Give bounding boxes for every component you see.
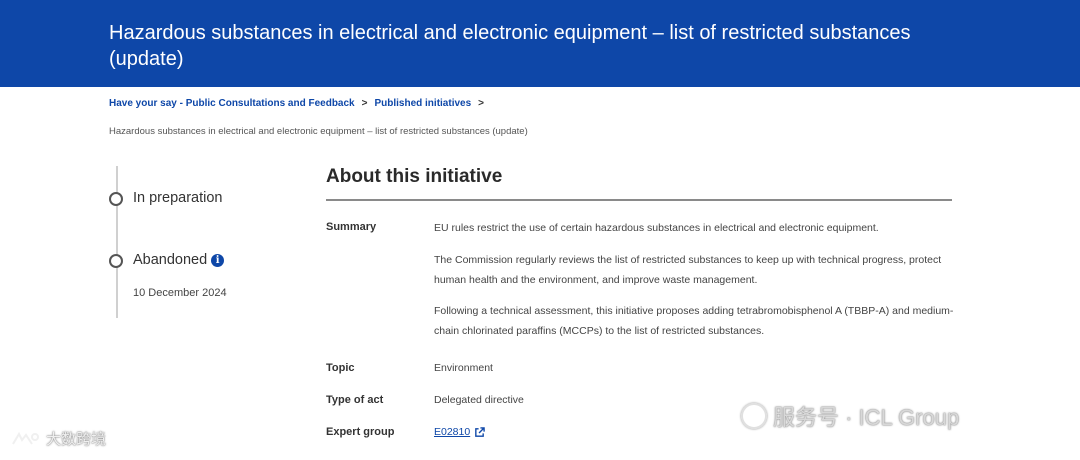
watermark-right-text: 服务号 · ICL Group xyxy=(773,405,960,430)
breadcrumb-item-published-initiatives[interactable]: Published initiatives xyxy=(374,98,471,109)
timeline-stage-label: Abandoned xyxy=(133,252,208,268)
expert-group-link[interactable]: E02810 xyxy=(434,426,470,438)
page-header: Hazardous substances in electrical and e… xyxy=(0,0,1080,87)
timeline-stage-date: 10 December 2024 xyxy=(133,287,227,299)
summary-paragraph: EU rules restrict the use of certain haz… xyxy=(434,222,879,234)
breadcrumb-item-have-your-say[interactable]: Have your say - Public Consultations and… xyxy=(109,98,355,109)
section-title: About this initiative xyxy=(326,166,503,187)
page-title: Hazardous substances in electrical and e… xyxy=(109,22,911,70)
page-subtitle: Hazardous substances in electrical and e… xyxy=(109,126,528,137)
watermark-left-text: 大数跨境 xyxy=(46,431,107,448)
section-divider xyxy=(326,199,952,201)
topic-label: Topic xyxy=(326,362,355,374)
breadcrumb-separator: > xyxy=(361,98,368,109)
summary-label: Summary xyxy=(326,221,377,233)
timeline-stage-in-preparation: In preparation xyxy=(133,190,223,206)
watermark-right: 服务号 · ICL Group xyxy=(741,400,959,432)
type-of-act-label: Type of act xyxy=(326,394,384,406)
breadcrumb: Have your say - Public Consultations and… xyxy=(109,98,491,109)
watermark-left: 大数跨境 xyxy=(10,428,106,449)
wechat-icon xyxy=(741,403,767,429)
info-icon[interactable]: i xyxy=(211,253,225,267)
breadcrumb-separator: > xyxy=(478,98,485,109)
timeline-dot-icon xyxy=(109,192,123,206)
summary-paragraph: Following a technical assessment, this i… xyxy=(434,305,954,337)
summary-paragraph: The Commission regularly reviews the lis… xyxy=(434,254,942,286)
watermark-logo-icon xyxy=(12,431,39,445)
timeline-line xyxy=(116,166,118,318)
topic-value: Environment xyxy=(434,362,493,374)
timeline-dot-icon xyxy=(109,254,123,268)
external-link-icon[interactable] xyxy=(474,426,485,438)
expert-group-label: Expert group xyxy=(326,426,395,438)
timeline-stage-abandoned: Abandoned i xyxy=(133,252,225,268)
